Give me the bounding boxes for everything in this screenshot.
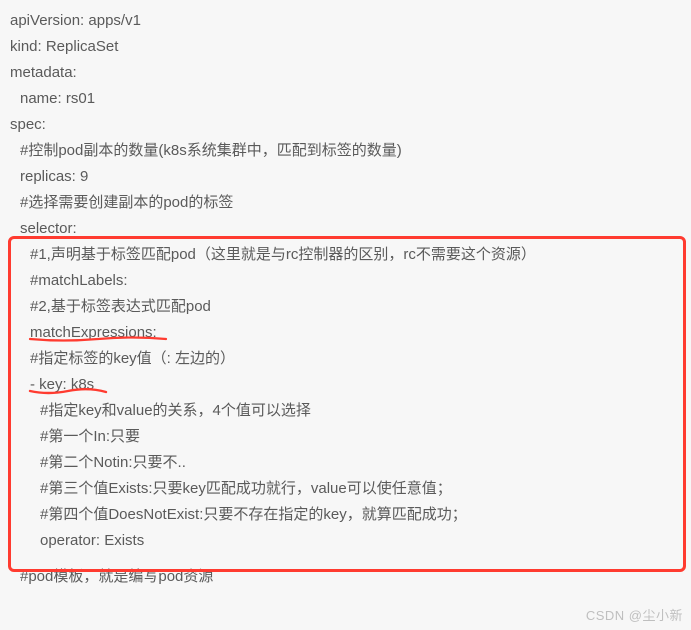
code-line-comment: #matchLabels: (10, 268, 681, 294)
code-line: spec: (10, 112, 681, 138)
code-line-comment: #指定key和value的关系，4个值可以选择 (10, 398, 681, 424)
code-line: replicas: 9 (10, 164, 681, 190)
code-line-comment: #1,声明基于标签匹配pod（这里就是与rc控制器的区别，rc不需要这个资源） (10, 242, 681, 268)
code-line: operator: Exists (10, 528, 681, 554)
code-line: selector: (10, 216, 681, 242)
code-line-comment: #2,基于标签表达式匹配pod (10, 294, 681, 320)
code-line-comment: #第四个值DoesNotExist:只要不存在指定的key，就算匹配成功； (10, 502, 681, 528)
code-line: apiVersion: apps/v1 (10, 8, 681, 34)
code-line: metadata: (10, 60, 681, 86)
code-line: - key: k8s (10, 372, 681, 398)
code-line-comment: #第二个Notin:只要不.. (10, 450, 681, 476)
code-line-comment: #指定标签的key值（: 左边的） (10, 346, 681, 372)
code-line: name: rs01 (10, 86, 681, 112)
yaml-code-block: apiVersion: apps/v1 kind: ReplicaSet met… (0, 0, 691, 590)
code-line-comment: #第三个值Exists:只要key匹配成功就行，value可以使任意值； (10, 476, 681, 502)
code-line-comment: #选择需要创建副本的pod的标签 (10, 190, 681, 216)
code-line: matchExpressions: (10, 320, 681, 346)
code-line: kind: ReplicaSet (10, 34, 681, 60)
code-line-comment: #pod模板，就是编写pod资源 (10, 564, 681, 590)
code-line-comment: #控制pod副本的数量(k8s系统集群中，匹配到标签的数量) (10, 138, 681, 164)
code-line-comment: #第一个In:只要 (10, 424, 681, 450)
watermark: CSDN @尘小新 (586, 605, 683, 624)
